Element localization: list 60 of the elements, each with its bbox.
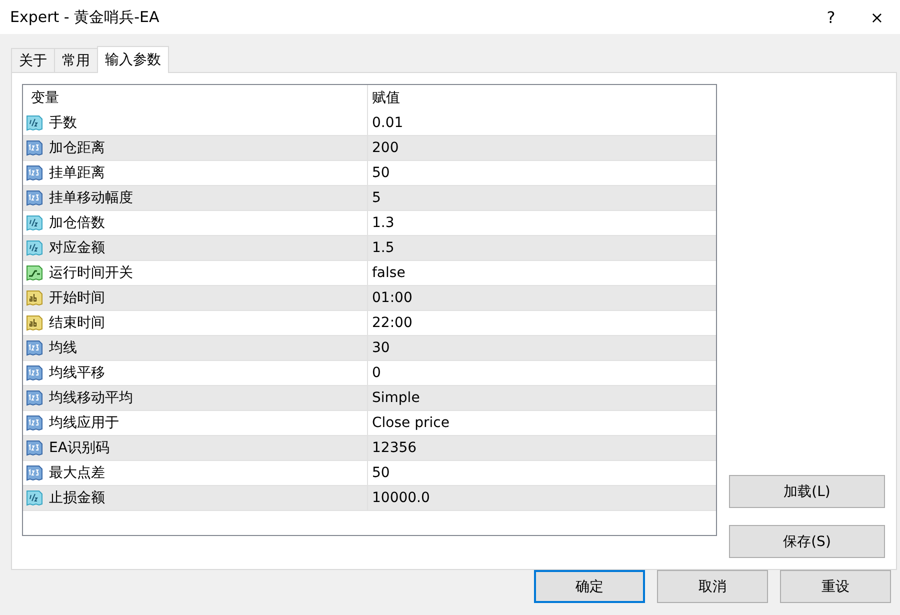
variable-name: 均线移动平均 (49, 389, 133, 407)
value-cell[interactable]: Close price (368, 411, 716, 435)
fraction-icon (26, 115, 43, 131)
variable-name: 结束时间 (49, 314, 105, 332)
variable-name: 均线平移 (49, 364, 105, 382)
column-header[interactable]: 赋值 (368, 85, 716, 111)
fraction-icon (26, 240, 43, 256)
value-cell[interactable]: 0 (368, 361, 716, 385)
value-cell[interactable]: 10000.0 (368, 486, 716, 510)
number-icon (26, 415, 43, 431)
value-cell[interactable]: 01:00 (368, 286, 716, 310)
variable-name: 开始时间 (49, 289, 105, 307)
variable-name: 挂单距离 (49, 164, 105, 182)
ok-button[interactable]: 确定 (534, 570, 645, 603)
value-cell[interactable]: 50 (368, 161, 716, 185)
text-icon (26, 290, 43, 306)
variable-name: 加仓倍数 (49, 214, 105, 232)
value-cell[interactable]: 5 (368, 186, 716, 210)
number-icon (26, 165, 43, 181)
toggle-icon (26, 265, 43, 281)
value-cell[interactable]: 200 (368, 136, 716, 160)
number-icon (26, 365, 43, 381)
cancel-button[interactable]: 取消 (657, 570, 768, 603)
tab[interactable]: 关于 (11, 48, 55, 72)
variable-name: 止损金额 (49, 489, 105, 507)
load-button[interactable]: 加载(L) (729, 475, 885, 508)
close-button[interactable]: × (854, 0, 900, 34)
reset-button[interactable]: 重设 (780, 570, 891, 603)
variable-name: 手数 (49, 114, 77, 132)
number-icon (26, 440, 43, 456)
variable-name: 最大点差 (49, 464, 105, 482)
tab[interactable]: 输入参数 (97, 46, 169, 73)
value-cell[interactable]: 50 (368, 461, 716, 485)
text-icon (26, 315, 43, 331)
variable-name: 加仓距离 (49, 139, 105, 157)
save-button[interactable]: 保存(S) (729, 525, 885, 558)
number-icon (26, 340, 43, 356)
number-icon (26, 390, 43, 406)
variable-name: 挂单移动幅度 (49, 189, 133, 207)
variable-name: 均线应用于 (49, 414, 119, 432)
value-cell[interactable]: 12356 (368, 436, 716, 460)
value-cell[interactable]: false (368, 261, 716, 285)
value-cell[interactable]: 1.3 (368, 211, 716, 235)
number-icon (26, 465, 43, 481)
variable-name: 均线 (49, 339, 77, 357)
value-cell[interactable]: 22:00 (368, 311, 716, 335)
fraction-icon (26, 490, 43, 506)
variable-name: 运行时间开关 (49, 264, 133, 282)
value-cell[interactable]: Simple (368, 386, 716, 410)
number-icon (26, 140, 43, 156)
column-header[interactable]: 变量 (23, 85, 368, 111)
value-cell[interactable]: 0.01 (368, 111, 716, 135)
help-button[interactable]: ? (808, 0, 854, 34)
number-icon (26, 190, 43, 206)
variable-name: 对应金额 (49, 239, 105, 257)
value-cell[interactable]: 30 (368, 336, 716, 360)
variable-name: EA识别码 (49, 439, 110, 457)
window-title: Expert - 黄金哨兵-EA (10, 8, 160, 26)
value-cell[interactable]: 1.5 (368, 236, 716, 260)
fraction-icon (26, 215, 43, 231)
